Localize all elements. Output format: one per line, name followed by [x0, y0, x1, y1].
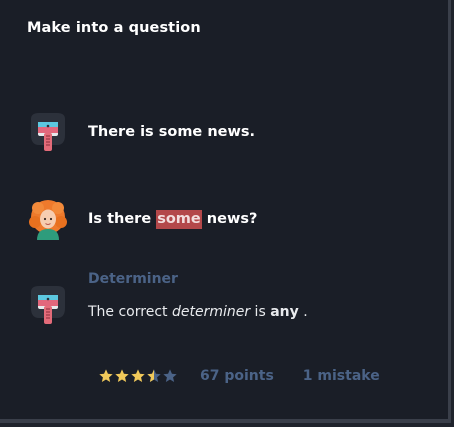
answer-text-before: Is there [88, 211, 157, 227]
page-title: Make into a question [27, 20, 201, 36]
feedback-term: determiner [171, 304, 251, 320]
bot-message: There is some news. [88, 124, 256, 140]
star-icon [131, 369, 145, 382]
exercise-card: Make into a question There is some news.… [0, 0, 451, 423]
feedback-text: The correct determiner is any . [88, 304, 308, 320]
points-text: 67 points [200, 368, 274, 384]
feedback-label: Determiner [88, 271, 178, 287]
star-rating [98, 368, 178, 384]
feedback-text-end: . [298, 304, 308, 320]
star-half-icon [147, 369, 161, 382]
star-icon [99, 369, 113, 382]
result-summary: 67 points 1 mistake [98, 364, 380, 388]
mistakes-text: 1 mistake [302, 368, 380, 384]
feedback-text-part: The correct [88, 304, 172, 320]
red-haired-woman-icon [29, 200, 67, 240]
star-icon [115, 369, 129, 382]
answer-text-after: news? [201, 211, 258, 227]
feedback-text-part: is [250, 304, 271, 320]
correct-answer: any [270, 304, 299, 320]
robot-bucket-icon [31, 113, 65, 151]
highlighted-error-word: some [156, 210, 202, 229]
user-answer: Is there some news? [88, 210, 258, 229]
star-empty-icon [163, 369, 177, 382]
robot-bucket-icon [31, 286, 65, 324]
